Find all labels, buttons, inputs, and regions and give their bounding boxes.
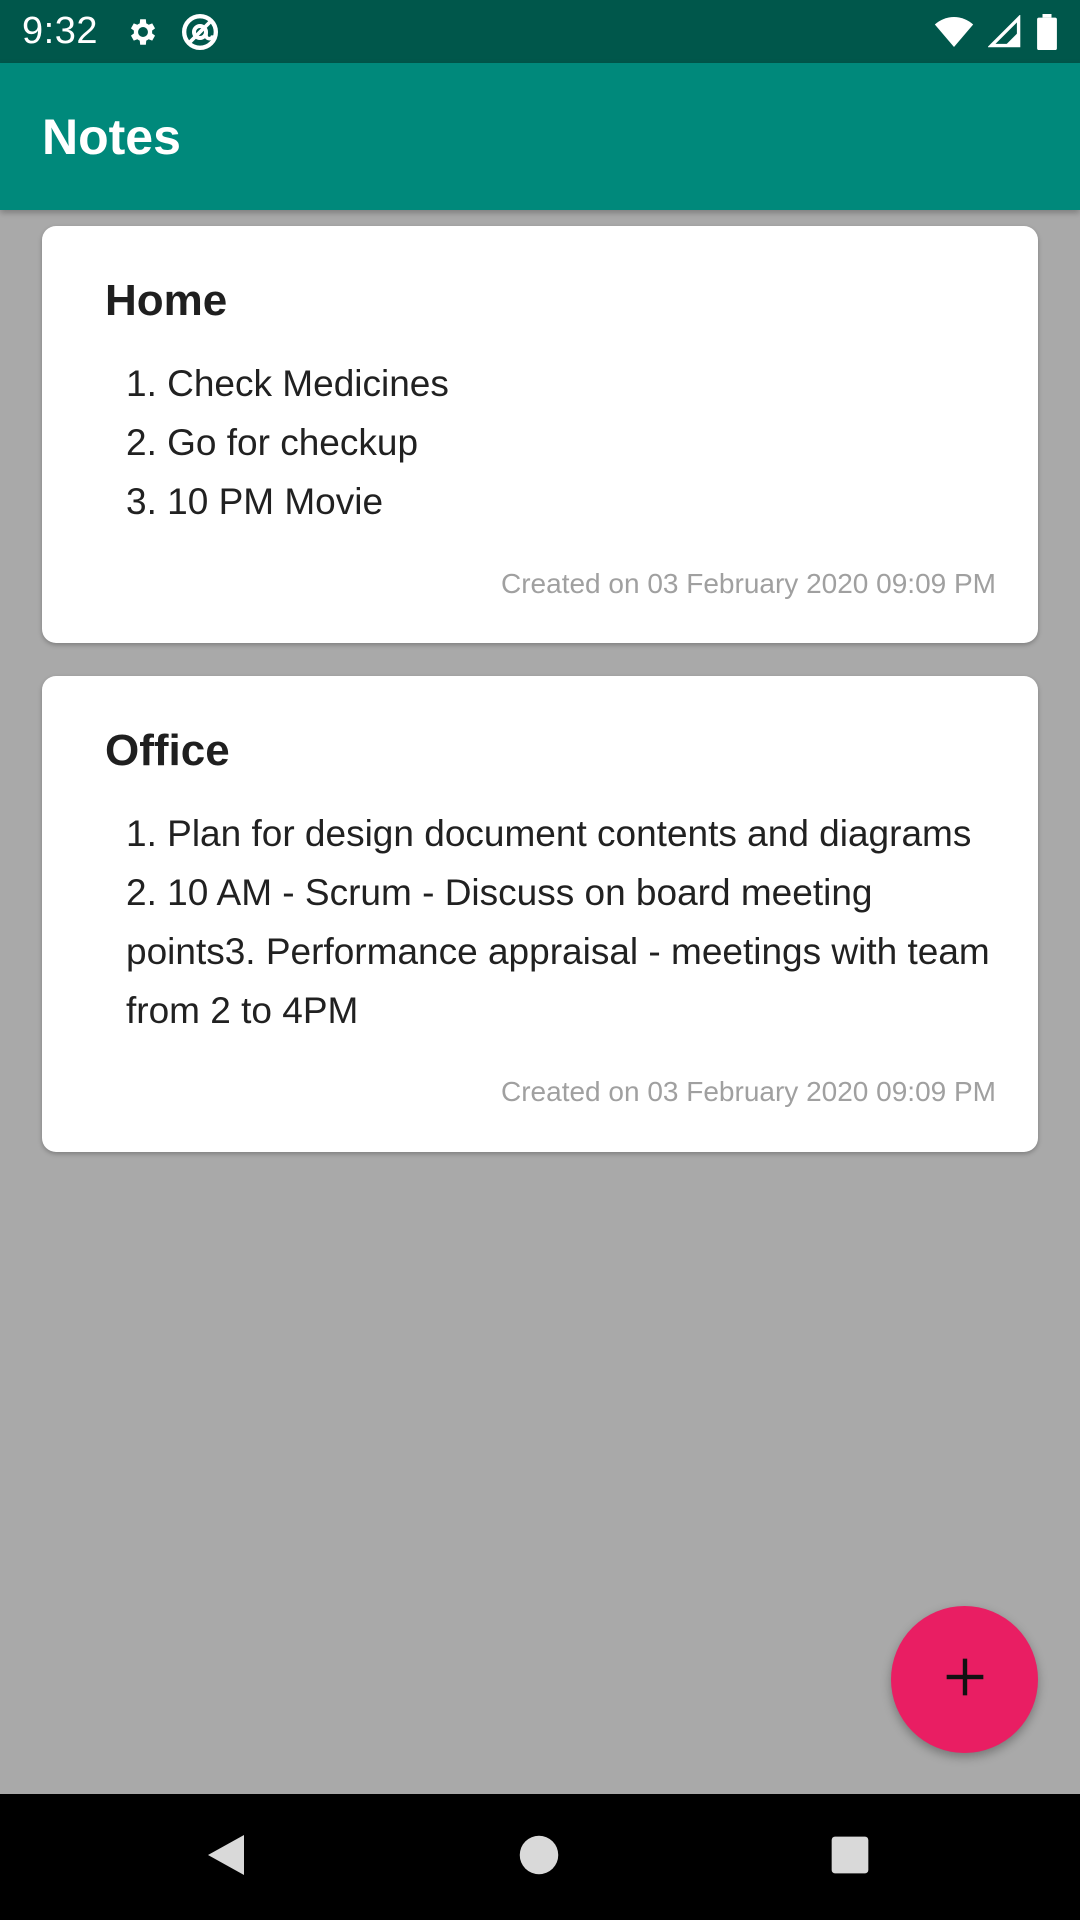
navigation-bar [0,1794,1080,1920]
note-body: 1. Check Medicines 2. Go for checkup 3. … [126,363,449,522]
wifi-icon [934,15,974,49]
note-created-date: Created on 03 February 2020 09:09 PM [501,1076,996,1107]
recents-button[interactable] [814,1794,886,1920]
add-note-button[interactable] [891,1606,1038,1753]
home-button[interactable] [503,1794,575,1920]
note-card[interactable]: Office 1. Plan for design document conte… [42,676,1038,1152]
status-bar: 9:32 [0,0,1080,63]
recents-icon [830,1835,870,1880]
status-left-icons [126,12,220,52]
app-bar: Notes [0,63,1080,210]
at-sign-icon [180,12,220,52]
gear-icon [126,15,160,49]
screen: 9:32 Notes Home 1. Check Medicines 2. Go… [0,0,1080,1920]
note-title: Home [105,276,228,325]
status-right-icons [934,13,1058,50]
note-title: Office [105,726,230,775]
home-icon [518,1834,560,1881]
status-time: 9:32 [22,10,98,52]
battery-icon [1036,13,1058,50]
plus-icon [943,1655,987,1704]
cell-signal-icon [988,14,1022,49]
note-body: 1. Plan for design document contents and… [126,813,990,1031]
back-icon [204,1831,248,1884]
back-button[interactable] [190,1794,262,1920]
app-title: Notes [42,108,181,165]
note-created-date: Created on 03 February 2020 09:09 PM [501,568,996,599]
note-card[interactable]: Home 1. Check Medicines 2. Go for checku… [42,226,1038,643]
